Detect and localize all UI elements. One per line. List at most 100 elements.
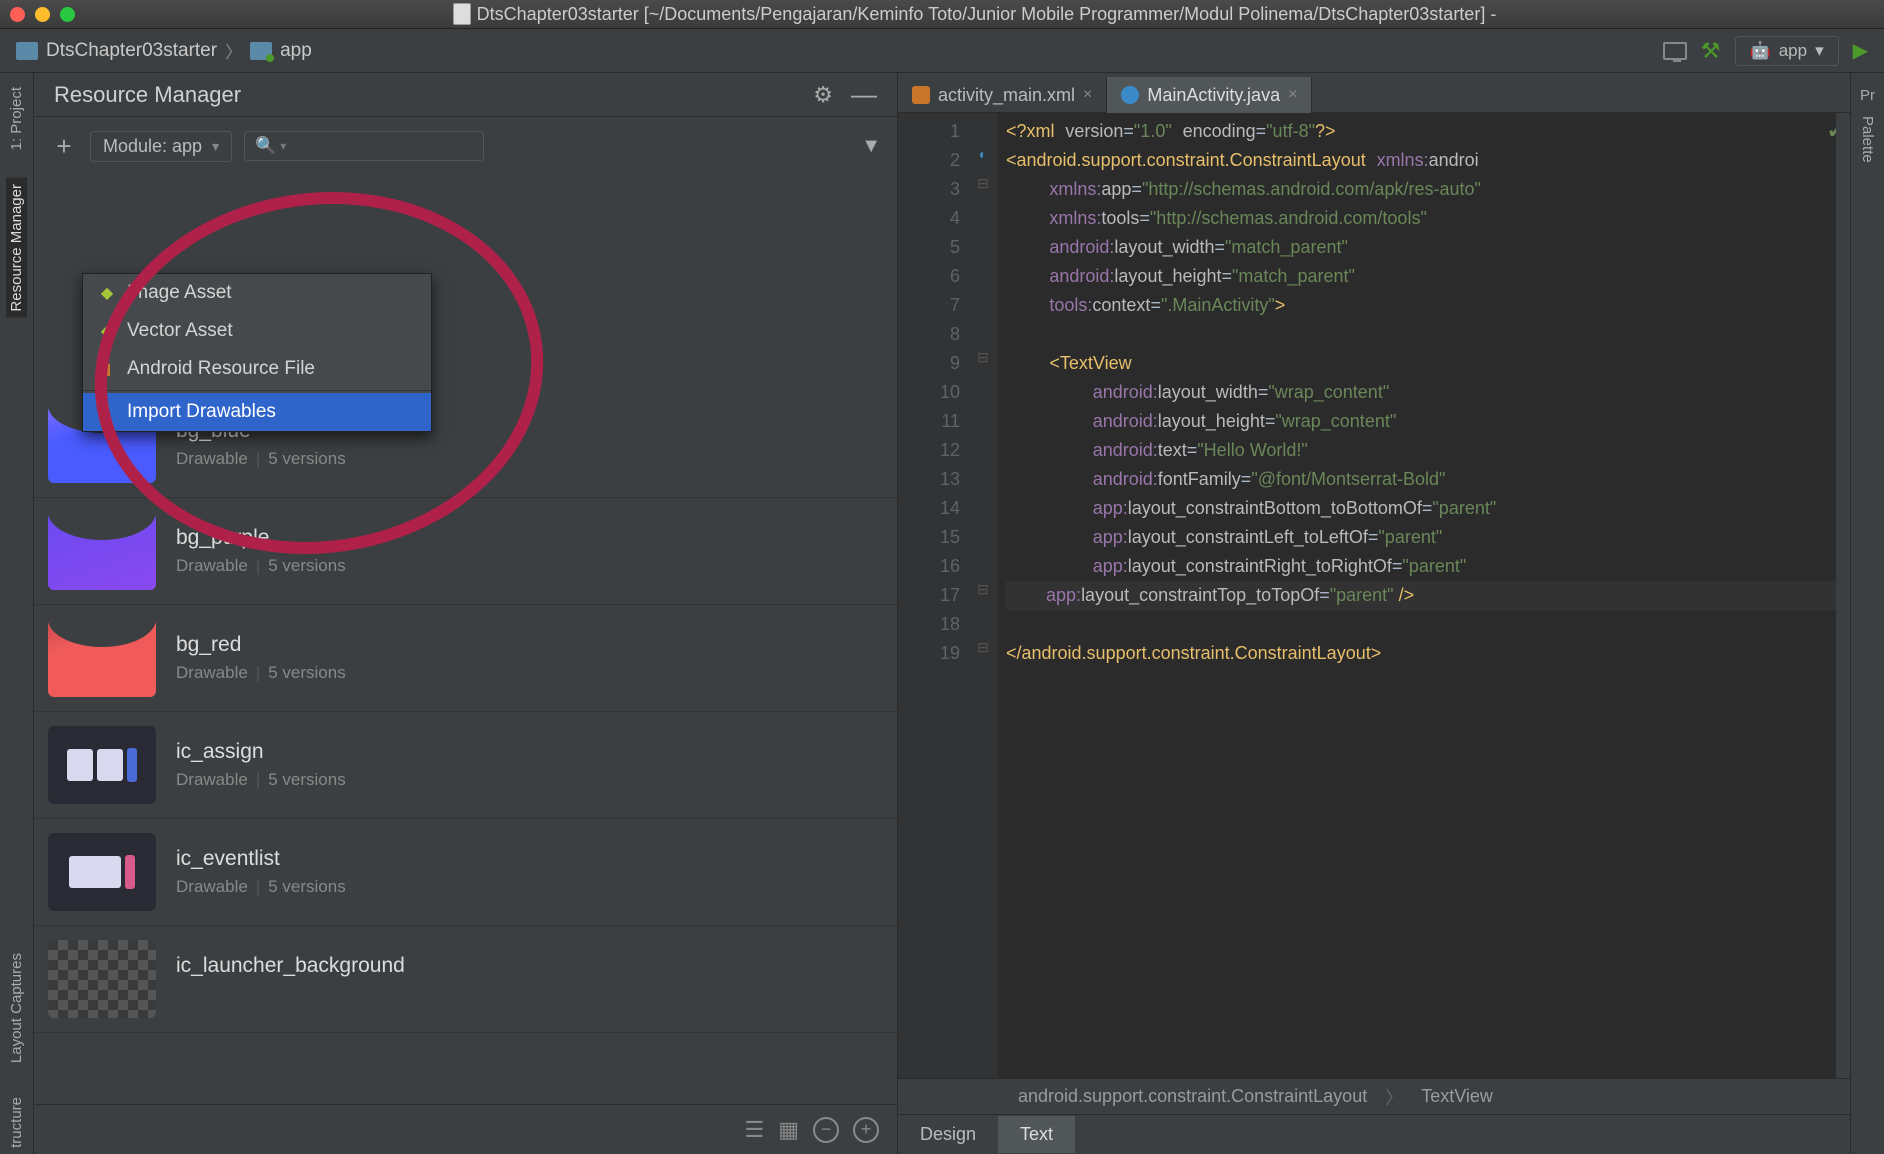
android-icon: ◆ [97, 321, 117, 341]
layout-editor-tabs: Design Text [898, 1114, 1850, 1154]
resource-row-bg-purple[interactable]: bg_purple Drawable|5 versions [34, 498, 897, 605]
resource-type: Drawable [176, 556, 248, 575]
resource-thumbnail [48, 940, 156, 1018]
editor-tab-activity-main[interactable]: activity_main.xml × [898, 77, 1107, 113]
file-icon: ▮ [97, 359, 117, 379]
gear-icon[interactable]: ⚙ [813, 82, 833, 108]
resource-manager-header: Resource Manager ⚙ — [34, 73, 897, 117]
maximize-window-button[interactable] [60, 7, 75, 22]
list-view-button[interactable]: ☰ [744, 1117, 764, 1143]
window-title: DtsChapter03starter [~/Documents/Pengaja… [75, 3, 1874, 25]
module-selector[interactable]: Module: app [90, 131, 232, 162]
resource-manager-footer: ☰ ▦ − + [34, 1104, 897, 1154]
breadcrumb-project[interactable]: DtsChapter03starter [46, 40, 217, 62]
resource-row-bg-red[interactable]: bg_red Drawable|5 versions [34, 605, 897, 712]
close-tab-icon[interactable]: × [1288, 86, 1297, 104]
menu-item-label: Image Asset [127, 282, 232, 304]
device-select-icon[interactable] [1663, 42, 1687, 60]
tab-label: activity_main.xml [938, 85, 1075, 106]
chevron-down-icon: ▾ [280, 139, 286, 153]
code-editor[interactable]: 12345678910111213141516171819 ◐⊟⊟⊟⊟ <?xm… [898, 113, 1850, 1078]
tool-palette[interactable]: Palette [1857, 110, 1878, 169]
traffic-lights [10, 7, 75, 22]
module-folder-icon [250, 42, 272, 60]
line-number-gutter: 12345678910111213141516171819 [898, 113, 968, 1078]
resource-versions: 5 versions [268, 663, 345, 682]
run-button[interactable]: ▶ [1853, 38, 1868, 63]
resource-manager-toolbar: + Module: app 🔍▾ ▼ [34, 117, 897, 175]
xml-file-icon [912, 86, 930, 104]
resource-name: ic_eventlist [176, 847, 346, 871]
run-config-selector[interactable]: 🤖 app ▾ [1735, 36, 1839, 66]
menu-android-resource-file[interactable]: ▮ Android Resource File [83, 350, 431, 388]
resource-thumbnail [48, 619, 156, 697]
resource-thumbnail [48, 833, 156, 911]
close-tab-icon[interactable]: × [1083, 86, 1092, 104]
resource-versions: 5 versions [268, 877, 345, 896]
breadcrumb-separator: 〉 [225, 38, 242, 63]
menu-import-drawables[interactable]: ⭱ Import Drawables [83, 393, 431, 431]
resource-row-ic-eventlist[interactable]: ic_eventlist Drawable|5 versions [34, 819, 897, 926]
menu-vector-asset[interactable]: ◆ Vector Asset [83, 312, 431, 350]
gutter-icons: ◐⊟⊟⊟⊟ [968, 113, 998, 1078]
menu-item-label: Vector Asset [127, 320, 233, 342]
editor-tab-mainactivity[interactable]: MainActivity.java × [1107, 77, 1312, 113]
tool-structure[interactable]: tructure [6, 1091, 27, 1154]
tab-text[interactable]: Text [998, 1116, 1075, 1153]
code-content[interactable]: <?xml version="1.0" encoding="utf-8"?> <… [998, 113, 1850, 1078]
menu-separator [83, 390, 431, 391]
left-tool-strip: 1: Project Resource Manager Layout Captu… [0, 73, 34, 1154]
add-resource-menu: ◆ Image Asset ◆ Vector Asset ▮ Android R… [82, 273, 432, 432]
java-file-icon [1121, 86, 1139, 104]
zoom-in-button[interactable]: + [853, 1117, 879, 1143]
breadcrumb-module[interactable]: app [280, 40, 312, 62]
resource-name: bg_purple [176, 526, 346, 550]
macos-titlebar: DtsChapter03starter [~/Documents/Pengaja… [0, 0, 1884, 29]
tool-layout-captures[interactable]: Layout Captures [6, 947, 27, 1069]
resource-search-input[interactable]: 🔍▾ [244, 131, 484, 161]
resource-meta: ic_launcher_background [176, 954, 405, 1004]
resource-manager-panel: Resource Manager ⚙ — + Module: app 🔍▾ ▼ … [34, 73, 898, 1154]
tab-label: MainActivity.java [1147, 85, 1280, 106]
menu-image-asset[interactable]: ◆ Image Asset [83, 274, 431, 312]
error-stripe[interactable] [1836, 113, 1850, 1078]
tool-project[interactable]: 1: Project [6, 81, 27, 156]
build-button[interactable]: ⚒ [1701, 38, 1721, 64]
navigation-bar: DtsChapter03starter 〉 app ⚒ 🤖 app ▾ ▶ [0, 29, 1884, 73]
minimize-window-button[interactable] [35, 7, 50, 22]
tab-design[interactable]: Design [898, 1116, 998, 1153]
resource-thumbnail [48, 726, 156, 804]
tool-pr[interactable]: Pr [1858, 81, 1877, 110]
android-icon: 🤖 [1750, 41, 1771, 61]
resource-meta: ic_assign Drawable|5 versions [176, 740, 346, 790]
resource-name: ic_assign [176, 740, 346, 764]
chevron-down-icon: ▾ [1815, 41, 1824, 61]
hide-panel-button[interactable]: — [851, 79, 877, 110]
resource-name: bg_red [176, 633, 346, 657]
resource-row-ic-assign[interactable]: ic_assign Drawable|5 versions [34, 712, 897, 819]
android-icon: ◆ [97, 283, 117, 303]
resource-type: Drawable [176, 877, 248, 896]
project-folder-icon [16, 42, 38, 60]
zoom-out-button[interactable]: − [813, 1117, 839, 1143]
grid-view-button[interactable]: ▦ [778, 1117, 799, 1143]
tool-resource-manager[interactable]: Resource Manager [6, 178, 27, 318]
breadcrumb-item[interactable]: android.support.constraint.ConstraintLay… [1018, 1086, 1367, 1107]
resource-type: Drawable [176, 449, 248, 468]
main-toolbar: ⚒ 🤖 app ▾ ▶ [1663, 36, 1868, 66]
add-resource-button[interactable]: + [50, 131, 78, 162]
editor-tab-bar: activity_main.xml × MainActivity.java × [898, 73, 1850, 113]
right-tool-strip: Pr Palette [1850, 73, 1884, 1154]
document-icon [453, 3, 471, 25]
main-area: Resource Manager ⚙ — + Module: app 🔍▾ ▼ … [34, 73, 1850, 1154]
resource-type: Drawable [176, 770, 248, 789]
close-window-button[interactable] [10, 7, 25, 22]
breadcrumb-item[interactable]: TextView [1421, 1086, 1493, 1107]
resource-row-ic-launcher-bg[interactable]: ic_launcher_background [34, 926, 897, 1033]
resource-versions: 5 versions [268, 770, 345, 789]
module-selector-label: Module: app [103, 136, 202, 157]
editor-breadcrumb: android.support.constraint.ConstraintLay… [898, 1078, 1850, 1114]
filter-icon[interactable]: ▼ [861, 135, 881, 158]
resource-meta: ic_eventlist Drawable|5 versions [176, 847, 346, 897]
import-icon: ⭱ [97, 402, 117, 422]
